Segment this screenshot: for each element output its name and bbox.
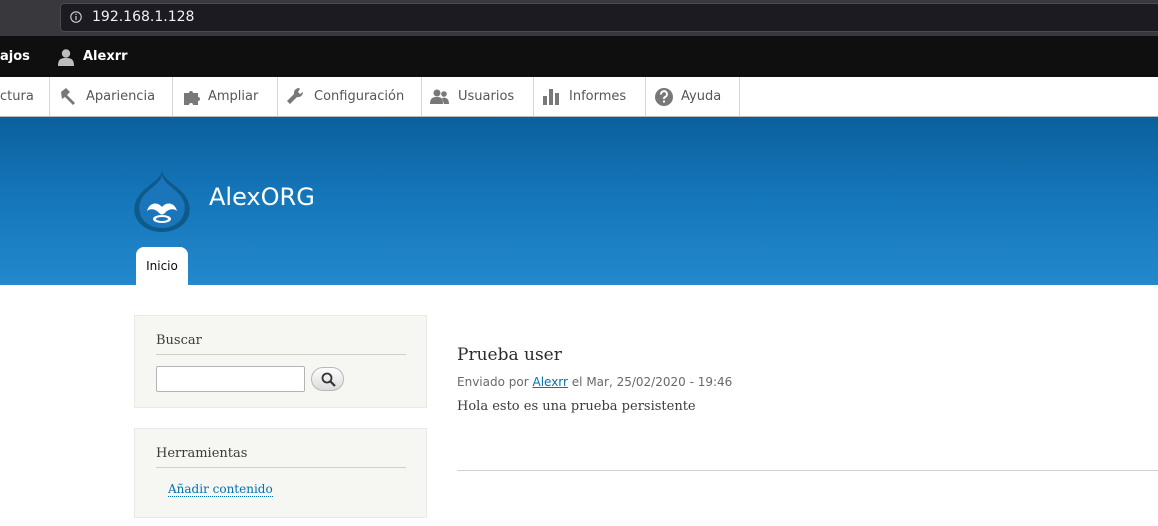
block-divider — [156, 467, 406, 468]
tools-block-title: Herramientas — [156, 446, 248, 461]
tray-item-appearance[interactable]: Apariencia — [50, 77, 173, 116]
search-button[interactable] — [311, 367, 344, 391]
admin-user-item[interactable]: Alexrr — [83, 36, 128, 77]
admin-toolbar: ajos Alexrr — [0, 36, 1158, 77]
tray-item-label: Configuración — [314, 89, 405, 104]
submitted-date: el Mar, 25/02/2020 - 19:46 — [571, 375, 733, 389]
search-block: Buscar — [134, 315, 427, 408]
node-title[interactable]: Prueba user — [457, 345, 562, 365]
user-icon[interactable] — [57, 48, 75, 66]
drupal-logo-icon[interactable] — [133, 169, 191, 233]
tray-item-configuration[interactable]: Configuración — [278, 77, 422, 116]
tray-item-label: ctura — [0, 89, 34, 104]
tray-item-label: Ayuda — [681, 89, 722, 104]
search-icon — [321, 372, 336, 387]
node-submitted: Enviado por Alexrr el Mar, 25/02/2020 - … — [457, 375, 732, 389]
search-block-title: Buscar — [156, 333, 202, 348]
people-icon — [430, 89, 449, 104]
tray-item-structure[interactable]: ctura — [0, 77, 50, 116]
tray-item-label: Apariencia — [86, 89, 156, 104]
appearance-icon — [61, 88, 75, 105]
admin-tray: ctura Apariencia Ampliar Configuración U… — [0, 77, 1158, 117]
tray-item-label: Ampliar — [208, 89, 259, 104]
block-divider — [156, 354, 406, 355]
search-input[interactable] — [156, 366, 305, 392]
reports-icon — [543, 89, 559, 105]
tray-item-reports[interactable]: Informes — [534, 77, 646, 116]
add-content-link[interactable]: Añadir contenido — [168, 482, 273, 497]
site-name[interactable]: AlexORG — [209, 183, 315, 211]
url-text[interactable]: 192.168.1.128 — [92, 9, 194, 25]
tray-item-people[interactable]: Usuarios — [422, 77, 534, 116]
tray-item-label: Informes — [569, 89, 627, 104]
url-bar[interactable]: 192.168.1.128 — [60, 3, 1158, 32]
browser-toolbar: 192.168.1.128 — [0, 0, 1158, 36]
tray-item-extend[interactable]: Ampliar — [173, 77, 278, 116]
admin-shortcuts-item[interactable]: ajos — [0, 36, 30, 77]
extend-icon — [184, 91, 200, 105]
tray-item-label: Usuarios — [458, 89, 515, 104]
wrench-icon — [287, 87, 304, 104]
submitted-prefix: Enviado por — [457, 375, 529, 389]
tools-block: Herramientas Añadir contenido — [134, 428, 427, 518]
site-header: AlexORG Inicio — [0, 117, 1158, 285]
tab-home[interactable]: Inicio — [136, 247, 188, 285]
info-icon[interactable] — [70, 11, 82, 23]
help-icon — [655, 88, 673, 106]
author-link[interactable]: Alexrr — [532, 375, 567, 389]
content-divider — [457, 470, 1158, 471]
node-body: Hola esto es una prueba persistente — [457, 399, 696, 414]
tray-item-help[interactable]: Ayuda — [646, 77, 740, 116]
